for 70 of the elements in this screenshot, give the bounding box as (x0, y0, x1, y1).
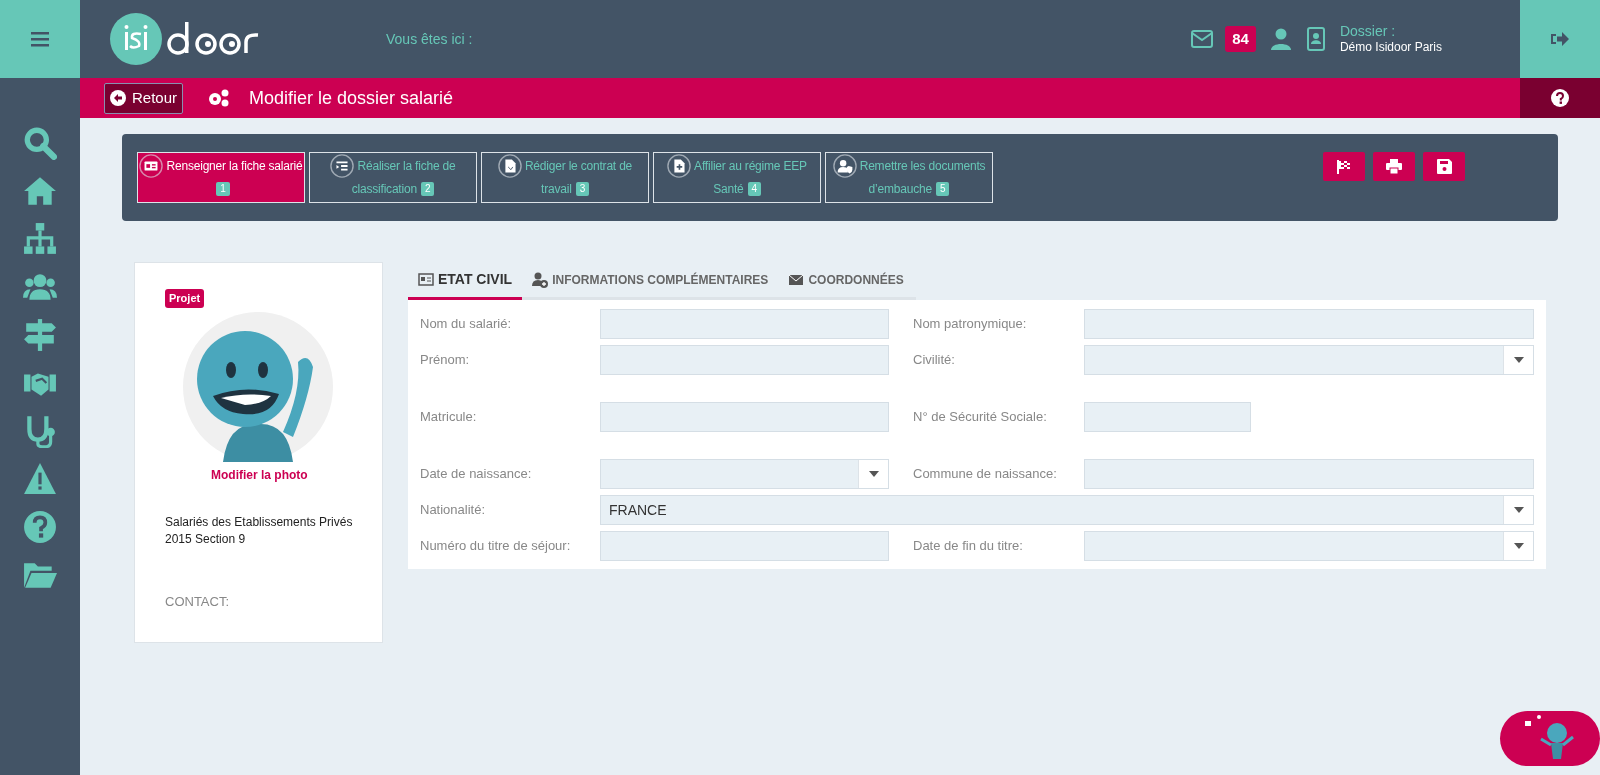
page-title: Modifier le dossier salarié (249, 86, 454, 110)
dropdown-caret-icon (1513, 357, 1524, 363)
print-button[interactable] (1373, 152, 1415, 181)
step-icon (139, 153, 164, 178)
printer-icon (1386, 159, 1402, 174)
hierarchy-icon[interactable] (23, 222, 57, 256)
user-plus-icon (532, 271, 549, 288)
help-icon[interactable] (23, 510, 57, 544)
field-label: Date de fin du titre: (913, 537, 1024, 556)
input-field[interactable] (1084, 459, 1534, 489)
input-field[interactable] (1084, 309, 1534, 339)
status-badge: Projet (165, 289, 205, 308)
search-icon[interactable] (23, 126, 57, 160)
signpost-icon[interactable] (23, 318, 57, 352)
field-label: Nom du salarié: (420, 315, 513, 334)
dropdown-caret-icon (868, 471, 879, 477)
step-icon (330, 153, 355, 178)
workflow-step-tab[interactable]: Réaliser la fiche de classification 2 (309, 152, 477, 203)
workflow-step-tab[interactable]: Remettre les documents d’embauche 5 (825, 152, 993, 203)
field-label: N° de Sécurité Sociale: (913, 408, 1048, 427)
message-count-badge[interactable]: 84 (1225, 25, 1256, 53)
form-tab[interactable]: INFORMATIONS COMPLÉMENTAIRES (522, 262, 779, 300)
dropdown-caret-icon (1513, 507, 1524, 513)
workflow-step-tab[interactable]: Affilier au régime EEP Santé 4 (653, 152, 821, 203)
select-field[interactable]: FRANCE (600, 495, 1534, 525)
field-label: Prénom: (420, 351, 471, 370)
workflow-step-tab[interactable]: Rédiger le contrat de travail 3 (481, 152, 649, 203)
help-icon (1551, 89, 1569, 107)
workflow-step-tab[interactable]: Renseigner la fiche salarié 1 (137, 152, 305, 203)
step-icon (497, 153, 522, 178)
help-button[interactable] (1520, 78, 1600, 118)
dropdown-caret-icon (1513, 543, 1524, 549)
edit-photo-link[interactable]: Modifier la photo (211, 465, 382, 484)
step-icon (667, 153, 692, 178)
assistant-button[interactable] (1500, 711, 1600, 766)
finish-button[interactable] (1323, 152, 1365, 181)
convention-text: Salariés des Etablissements Privés 2015 Section 9 (165, 513, 354, 548)
contact-book-icon[interactable] (1305, 27, 1326, 51)
field-label: Numéro du titre de séjour: (420, 537, 572, 556)
select-field[interactable] (1084, 531, 1534, 561)
breadcrumb-label: Vous êtes ici : (386, 29, 473, 49)
logout-icon (1550, 31, 1570, 47)
save-button[interactable] (1423, 152, 1465, 181)
user-icon[interactable] (1269, 28, 1292, 50)
form-tab[interactable]: COORDONNÉES (778, 262, 914, 300)
step-icon (832, 153, 857, 178)
warning-icon[interactable] (23, 462, 57, 496)
contact-label: CONTACT: (165, 592, 231, 611)
select-field[interactable] (1084, 345, 1534, 375)
id-card-icon (418, 271, 434, 288)
mail-icon[interactable] (1191, 30, 1214, 48)
dossier-label: Dossier : (1339, 22, 1397, 41)
input-field[interactable] (600, 345, 889, 375)
select-field[interactable] (600, 459, 889, 489)
field-label: Nationalité: (420, 501, 487, 520)
input-field[interactable] (600, 402, 889, 432)
field-label: Civilité: (913, 351, 956, 370)
dossier-name: Démo Isidoor Paris (1339, 40, 1442, 56)
field-label: Date de naissance: (420, 465, 533, 484)
field-label: Nom patronymique: (913, 315, 1028, 334)
menu-icon (31, 31, 49, 47)
back-button[interactable]: Retour (104, 82, 184, 114)
save-icon (1436, 159, 1452, 174)
input-field[interactable] (600, 309, 889, 339)
field-label: Matricule: (420, 408, 478, 427)
input-field[interactable] (1084, 402, 1251, 432)
checkered-flag-icon (1336, 158, 1352, 175)
input-field[interactable] (600, 531, 889, 561)
arrow-left-icon (110, 90, 126, 106)
field-label: Commune de naissance: (913, 465, 1058, 484)
